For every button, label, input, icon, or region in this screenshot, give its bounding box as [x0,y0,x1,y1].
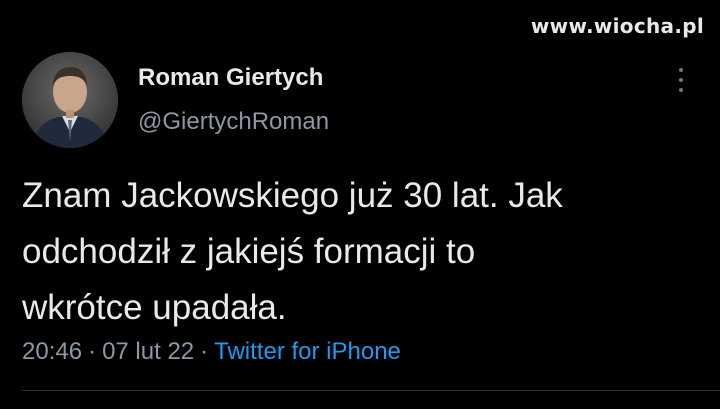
tweet-meta: 20:46 · 07 lut 22 · Twitter for iPhone [22,338,401,366]
tweet-text: Znam Jackowskiego już 30 lat. Jak odchod… [22,168,702,336]
avatar[interactable] [22,52,118,148]
author-handle[interactable]: @GiertychRoman [138,108,329,136]
tweet-time[interactable]: 20:46 [22,338,82,365]
tweet-source-link[interactable]: Twitter for iPhone [214,338,401,365]
tweet-text-line: odchodził z jakiejś formacji to [22,232,476,271]
watermark: www.wiocha.pl [530,14,704,38]
tweet-date[interactable]: 07 lut 22 [102,338,194,365]
meta-separator: · [88,338,97,365]
divider [22,390,720,391]
meta-separator: · [200,338,209,365]
avatar-photo [22,52,118,148]
more-dot [679,88,683,92]
tweet-card: Roman Giertych @GiertychRoman Znam Jacko… [22,50,720,391]
more-vertical-icon[interactable] [676,68,686,92]
more-dot [679,68,683,72]
more-dot [679,78,683,82]
tweet-text-line: wkrótce upadała. [22,288,287,327]
tweet-text-line: Znam Jackowskiego już 30 lat. Jak [22,176,563,215]
author-display-name[interactable]: Roman Giertych [138,64,323,92]
